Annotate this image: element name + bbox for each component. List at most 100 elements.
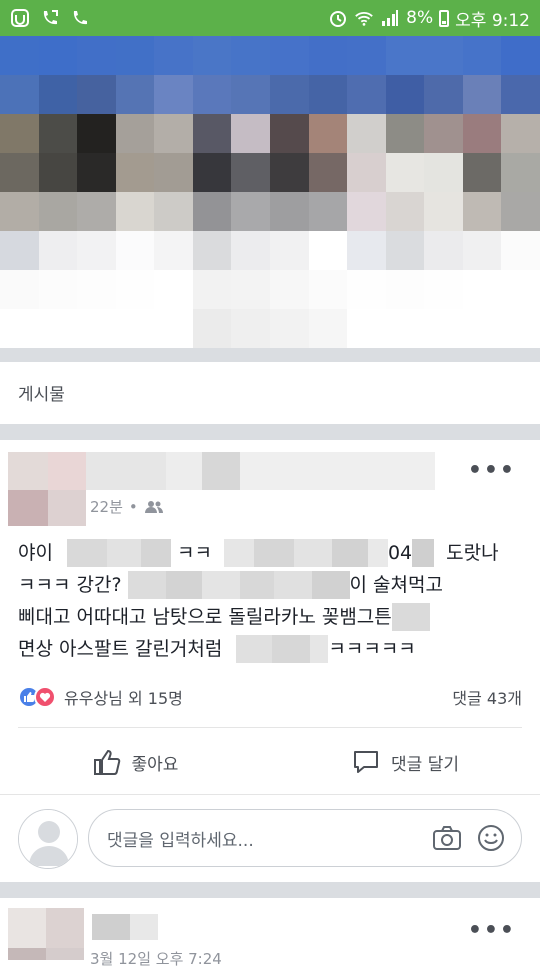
- cover-pixel: [231, 75, 270, 114]
- cover-pixel: [501, 270, 540, 309]
- cover-pixel: [385, 153, 425, 192]
- cover-pixel: [347, 114, 386, 153]
- cover-pixel: [192, 153, 232, 192]
- thumbs-up-icon: [93, 749, 120, 775]
- name-redacted[interactable]: [86, 452, 166, 490]
- redacted-text: [106, 539, 141, 567]
- cover-pixel: [501, 75, 540, 114]
- cover-pixel: [0, 270, 39, 309]
- camera-icon[interactable]: [431, 822, 463, 854]
- cover-pixel: [38, 309, 78, 348]
- comment-button[interactable]: 댓글 달기: [270, 747, 540, 777]
- avatar-pixel[interactable]: [8, 908, 46, 948]
- cover-pixel: [77, 36, 116, 75]
- comment-placeholder: 댓글을 입력하세요...: [107, 830, 254, 851]
- avatar-pixel[interactable]: [8, 452, 48, 490]
- cover-pixel: [231, 270, 270, 309]
- cover-pixel: [0, 231, 39, 270]
- like-button[interactable]: 좋아요: [0, 747, 270, 777]
- cover-pixel: [347, 231, 386, 270]
- post-time[interactable]: 22분: [90, 496, 123, 517]
- smiley-icon[interactable]: [475, 822, 507, 854]
- cover-pixel: [0, 309, 39, 348]
- cover-pixel: [38, 192, 78, 231]
- cover-pixel: [115, 75, 155, 114]
- avatar-pixel[interactable]: [48, 452, 86, 490]
- cover-pixel: [154, 192, 193, 231]
- cover-pixel: [424, 192, 463, 231]
- post-line: 야이 ㅋㅋ 04 도랏나: [18, 537, 528, 569]
- avatar-pixel[interactable]: [8, 948, 46, 960]
- cover-pixel: [308, 36, 348, 75]
- cover-pixel: [462, 75, 502, 114]
- cover-photo-pixelated[interactable]: [0, 36, 540, 348]
- avatar-pixel[interactable]: [46, 908, 84, 948]
- redacted-text: [66, 539, 107, 567]
- cover-pixel: [115, 270, 155, 309]
- cover-pixel: [424, 36, 463, 75]
- cover-pixel: [308, 192, 348, 231]
- cover-pixel: [38, 153, 78, 192]
- cover-pixel: [0, 75, 39, 114]
- cover-pixel: [38, 114, 78, 153]
- cover-pixel: [115, 114, 155, 153]
- cover-pixel: [462, 36, 502, 75]
- cover-pixel: [385, 192, 425, 231]
- redacted-text: [253, 539, 294, 567]
- cover-pixel: [385, 36, 425, 75]
- redacted-text: [165, 571, 202, 599]
- section-title: 게시물: [18, 385, 65, 405]
- battery-icon: [439, 9, 450, 27]
- more-dots-icon[interactable]: •••: [468, 918, 516, 943]
- redacted-text: [223, 539, 254, 567]
- redacted-text: [127, 571, 166, 599]
- name-redacted[interactable]: [202, 452, 240, 490]
- redacted-text: [273, 571, 312, 599]
- cover-pixel: [77, 75, 116, 114]
- cover-pixel: [231, 36, 270, 75]
- cover-pixel: [38, 36, 78, 75]
- post-header: ••• 22분 •: [0, 440, 540, 530]
- cover-pixel: [347, 75, 386, 114]
- cover-pixel: [77, 114, 116, 153]
- reactions-bar[interactable]: 유우상님 외 15명 댓글 43개: [18, 682, 522, 712]
- more-dots-icon[interactable]: •••: [468, 458, 516, 483]
- avatar-pixel[interactable]: [8, 490, 48, 526]
- name-redacted[interactable]: [92, 914, 130, 940]
- comment-input[interactable]: 댓글을 입력하세요...: [88, 809, 522, 867]
- redacted-text: [331, 539, 368, 567]
- cover-pixel: [501, 153, 540, 192]
- cover-pixel: [501, 192, 540, 231]
- cover-pixel: [462, 231, 502, 270]
- name-redacted[interactable]: [240, 452, 435, 490]
- wifi-icon: [354, 8, 374, 28]
- comments-count[interactable]: 댓글 43개: [452, 685, 522, 709]
- avatar-pixel[interactable]: [48, 490, 86, 526]
- cover-pixel: [77, 270, 116, 309]
- redacted-text: [236, 635, 273, 663]
- cover-pixel: [462, 270, 502, 309]
- cover-pixel: [501, 114, 540, 153]
- user-avatar[interactable]: [18, 809, 78, 869]
- cover-pixel: [154, 270, 193, 309]
- status-time: 오후 9:12: [455, 10, 530, 31]
- reactions-summary[interactable]: 유우상님 외 15명: [64, 685, 183, 709]
- redacted-text: [367, 539, 388, 567]
- post-body: 야이 ㅋㅋ 04 도랏나 ㅋㅋㅋ 강간? 이 술쳐먹고 삐대고 어따대고 남탓으…: [18, 537, 528, 665]
- name-redacted[interactable]: [166, 452, 202, 490]
- cover-pixel: [0, 114, 39, 153]
- battery-percent: 8%: [406, 8, 434, 28]
- avatar-pixel[interactable]: [46, 948, 84, 960]
- redacted-text: [412, 539, 435, 567]
- name-redacted[interactable]: [130, 914, 158, 940]
- cover-pixel: [424, 114, 463, 153]
- next-post-time[interactable]: 3월 12일 오후 7:24: [90, 948, 222, 969]
- cover-pixel: [308, 153, 348, 192]
- cover-pixel: [501, 36, 540, 75]
- post-line: 면상 아스팔트 갈린거처럼 ㅋㅋㅋㅋㅋ: [18, 633, 528, 665]
- cover-pixel: [347, 36, 386, 75]
- cover-pixel: [385, 75, 425, 114]
- friends-audience-icon[interactable]: [144, 500, 164, 514]
- divider: [18, 727, 522, 728]
- redacted-text: [391, 603, 430, 631]
